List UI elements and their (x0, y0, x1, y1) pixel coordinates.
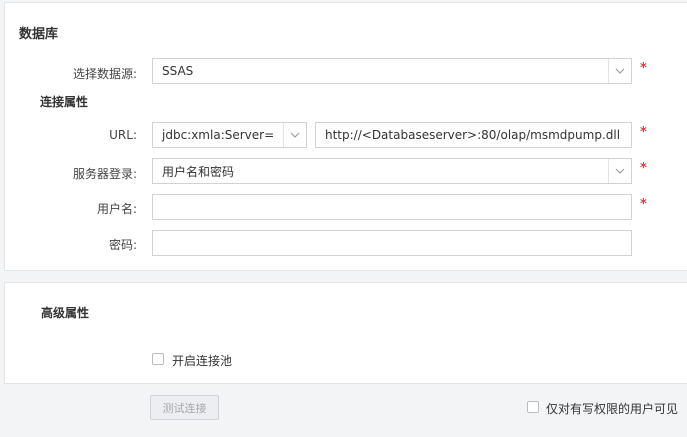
datasource-select[interactable]: SSAS (152, 58, 632, 84)
chevron-down-icon[interactable] (608, 59, 631, 83)
url-prefix-value: jdbc:xmla:Server= (162, 128, 275, 142)
write-only-checkbox[interactable] (527, 401, 539, 413)
write-only-label: 仅对有写权限的用户可见 (546, 402, 679, 416)
login-value: 用户名和密码 (162, 164, 235, 179)
advanced-panel: 高级属性 开启连接池 (4, 282, 687, 384)
username-label: 用户名: (96, 202, 137, 216)
test-connection-button[interactable]: 测试连接 (150, 395, 219, 420)
datasource-label: 选择数据源: (72, 67, 137, 81)
required-mark: * (640, 61, 647, 76)
required-mark: * (640, 161, 647, 176)
password-input[interactable] (153, 231, 631, 255)
advanced-title: 高级属性 (41, 306, 90, 320)
chevron-down-icon[interactable] (283, 123, 306, 147)
database-panel: 数据库 选择数据源: SSAS * 连接属性 URL: jdbc:xmla:Se… (4, 2, 687, 271)
url-label: URL: (109, 128, 137, 142)
required-mark: * (640, 125, 647, 140)
url-input[interactable]: http://<Databaseserver>:80/olap/msmdpump… (315, 122, 632, 148)
username-field[interactable] (152, 194, 632, 220)
password-label: 密码: (108, 238, 137, 252)
url-value: http://<Databaseserver>:80/olap/msmdpump… (325, 128, 621, 142)
connection-pool-label: 开启连接池 (172, 354, 233, 368)
connection-pool-checkbox[interactable] (152, 353, 164, 365)
username-input[interactable] (153, 195, 631, 219)
datasource-value: SSAS (162, 64, 194, 78)
database-title: 数据库 (19, 27, 59, 42)
connection-title: 连接属性 (40, 95, 89, 109)
login-label: 服务器登录: (72, 167, 137, 181)
url-prefix-select[interactable]: jdbc:xmla:Server= (152, 122, 307, 148)
chevron-down-icon[interactable] (608, 159, 631, 183)
required-mark: * (640, 197, 647, 212)
password-field[interactable] (152, 230, 632, 256)
login-select[interactable]: 用户名和密码 (152, 158, 632, 184)
